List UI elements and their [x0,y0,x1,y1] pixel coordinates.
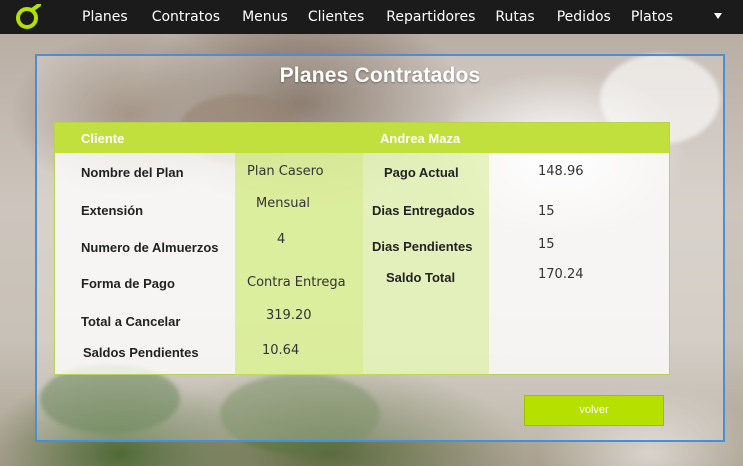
nav-item-clientes[interactable]: Clientes [308,9,364,25]
main-nav: Planes Contratos Menus Clientes Repartid… [82,0,673,34]
label-dias-pendientes: Dias Pendientes [372,239,473,254]
top-navigation-bar: Planes Contratos Menus Clientes Repartid… [0,0,743,34]
nav-item-platos[interactable]: Platos [631,9,673,25]
label-extension: Extensión [81,203,144,218]
label-forma-pago: Forma de Pago [81,276,175,291]
back-button[interactable]: volver [524,395,664,426]
value-saldo-total: 170.24 [538,267,584,282]
label-numero-almuerzos: Numero de Almuerzos [81,240,219,255]
dropdown-caret-icon[interactable] [713,11,723,21]
label-pago-actual: Pago Actual [384,165,459,180]
value-dias-pendientes: 15 [538,237,555,252]
nav-item-repartidores[interactable]: Repartidores [386,9,475,25]
client-header-label: Cliente [81,131,125,146]
right-label-column-highlight [363,153,489,375]
client-name: Andrea Maza [380,131,461,146]
value-saldos-pendientes: 10.64 [262,343,300,358]
value-extension: Mensual [256,196,311,211]
nav-item-rutas[interactable]: Rutas [495,9,534,25]
nav-item-contratos[interactable]: Contratos [152,9,220,25]
table-header: Cliente Andrea Maza [55,123,669,153]
nav-item-menus[interactable]: Menus [242,9,288,25]
label-nombre-plan: Nombre del Plan [81,165,184,180]
value-column-highlight [235,153,363,375]
label-saldo-total: Saldo Total [386,270,456,285]
plan-details-table: Cliente Andrea Maza Nombre del Plan Exte… [54,122,670,375]
nav-item-pedidos[interactable]: Pedidos [557,9,611,25]
value-pago-actual: 148.96 [538,164,584,179]
value-numero-almuerzos: 4 [277,232,286,247]
value-forma-pago: Contra Entrega [247,275,346,290]
nav-item-planes[interactable]: Planes [82,9,128,25]
label-total-cancelar: Total a Cancelar [81,314,181,329]
value-total-cancelar: 319.20 [266,308,312,323]
value-dias-entregados: 15 [538,204,555,219]
logo-icon[interactable] [14,4,42,30]
value-nombre-plan: Plan Casero [247,164,324,179]
page-title: Planes Contratados [279,64,481,87]
label-saldos-pendientes: Saldos Pendientes [83,345,199,360]
label-dias-entregados: Dias Entregados [372,203,475,218]
